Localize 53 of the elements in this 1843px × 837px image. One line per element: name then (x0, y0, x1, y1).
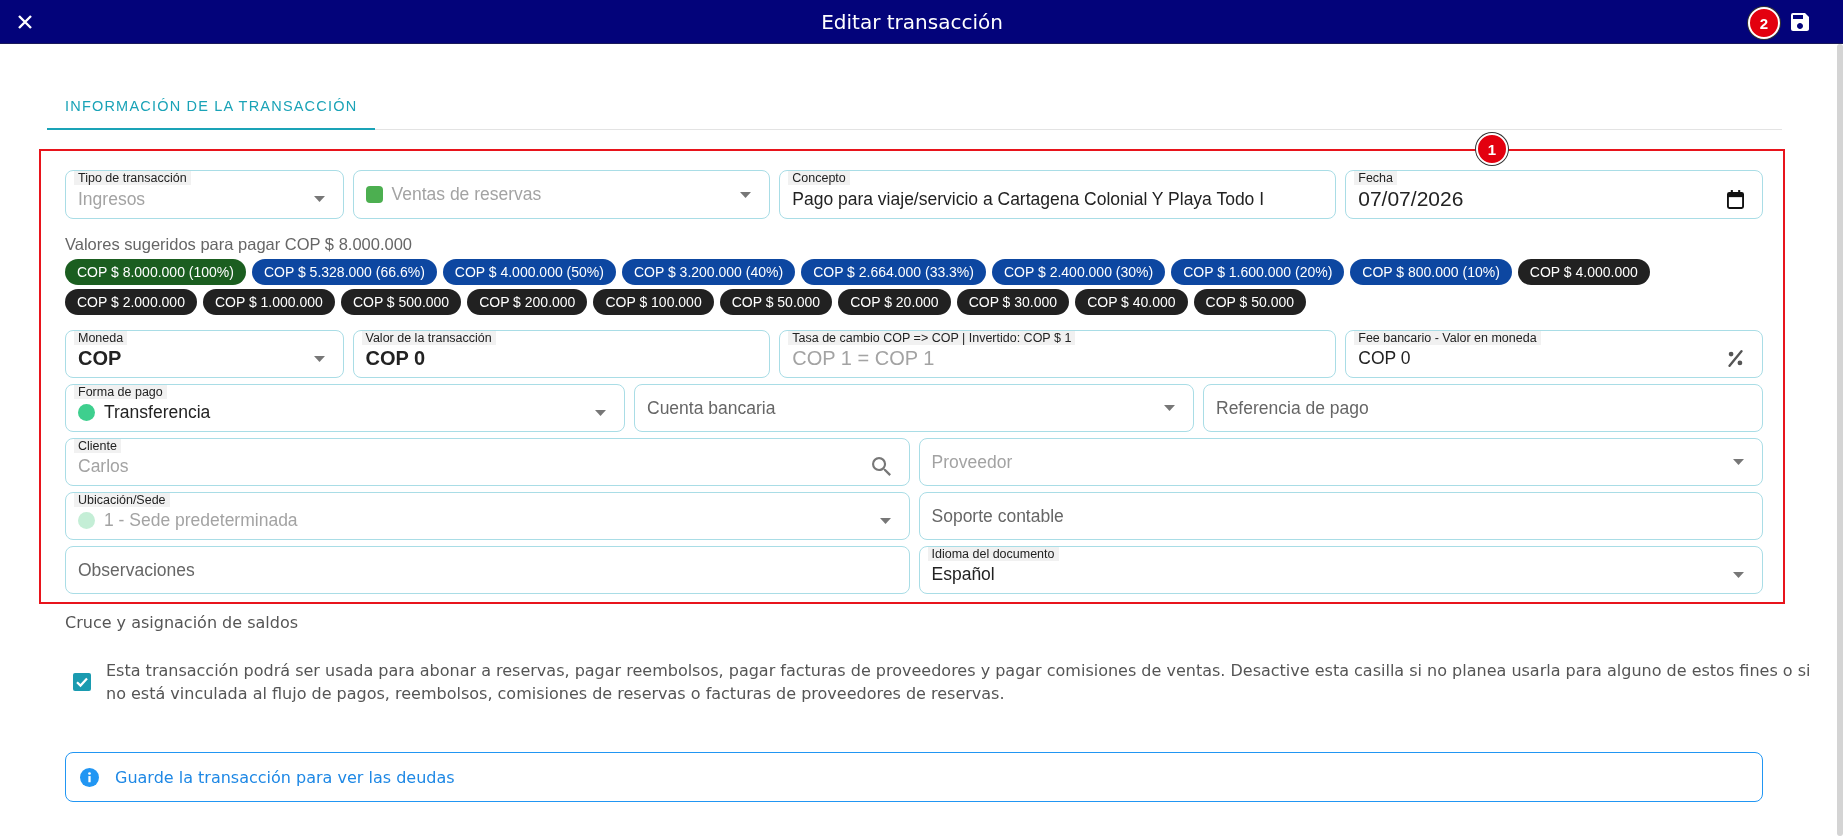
annotation-marker: 2 (1748, 7, 1780, 39)
caret-down-icon (740, 191, 752, 198)
date-field[interactable]: Fecha 07/07/2026 (1345, 170, 1763, 219)
amount-chip[interactable]: COP $ 50.000 (719, 289, 833, 315)
amount-chip[interactable]: COP $ 2.400.000 (30%) (992, 259, 1166, 285)
caret-down-icon (1164, 405, 1175, 411)
annotation-marker: 1 (1476, 133, 1508, 165)
checkbox[interactable] (73, 673, 91, 691)
caret-down-icon (879, 517, 891, 524)
alert-text: Guarde la transacción para ver las deudas (115, 767, 455, 787)
info-icon (80, 767, 99, 787)
amount-chip[interactable]: COP $ 4.000.000 (50%) (442, 259, 616, 285)
input-field[interactable]: Observaciones (65, 546, 910, 594)
input-field[interactable]: Referencia de pago (1203, 384, 1763, 432)
amount-chip[interactable]: COP $ 200.000 (467, 289, 588, 315)
caret-down-icon (313, 196, 325, 202)
amount-chip[interactable]: COP $ 2.000.000 (65, 289, 197, 315)
amount-chip[interactable]: COP $ 20.000 (838, 289, 951, 315)
input-field[interactable]: Soporte contable (918, 492, 1763, 540)
dropdown-field[interactable]: Moneda COP (65, 330, 344, 378)
caret-down-icon (1733, 571, 1744, 578)
input-field[interactable]: Valor de la transacción COP 0 (352, 330, 771, 378)
input-field[interactable]: Fee bancario - Valor en moneda COP 0 (1345, 330, 1763, 378)
amount-chip[interactable]: COP $ 4.000.000 (1517, 259, 1650, 285)
amount-chip[interactable]: COP $ 3.200.000 (40%) (621, 259, 796, 285)
dropdown-field[interactable]: Cuenta bancaria (634, 384, 1194, 432)
amount-chip[interactable]: COP $ 30.000 (956, 289, 1070, 315)
amount-chip[interactable]: COP $ 800.000 (10%) (1350, 259, 1512, 285)
amount-chip[interactable]: COP $ 500.000 (340, 289, 462, 315)
amount-chip[interactable]: COP $ 1.000.000 (202, 289, 335, 315)
close-icon[interactable] (17, 13, 33, 30)
scrollbar[interactable] (1837, 44, 1843, 836)
amount-chip[interactable]: COP $ 100.000 (593, 289, 714, 315)
amount-chip[interactable]: COP $ 1.600.000 (20%) (1171, 259, 1345, 285)
suggestion-text: Valores sugeridos para pagar COP $ 8.000.000 (65, 234, 414, 254)
caret-down-icon (1733, 459, 1744, 465)
dropdown-field[interactable]: Forma de pago Transferencia (65, 384, 625, 432)
search-icon[interactable] (871, 457, 891, 476)
caret-down-icon (313, 355, 325, 362)
window-title: Editar transacción (821, 9, 1003, 34)
amount-chip[interactable]: COP $ 5.328.000 (66.6%) (251, 259, 437, 285)
save-icon[interactable] (1791, 12, 1809, 31)
caret-down-icon (595, 409, 606, 416)
amount-chip[interactable]: COP $ 50.000 (1193, 289, 1307, 315)
percent-icon[interactable] (1727, 350, 1744, 367)
input-field[interactable]: Concepto Pago para viaje/servicio a Cartagena Colonial Y Playa Todo I (779, 170, 1337, 219)
calendar-icon[interactable] (1727, 189, 1744, 209)
description-text: Esta transacción podrá ser usada para abonar a reservas, pagar reembolsos, pagar facturas de proveedores y pagar comisiones de ventas. Desactive esta casilla si no planea usarla para alguno de estos fines o si no está vinculada al flujo de pagos, reembolsos, comisiones de reservas o facturas de proveedores de reservas. (106, 660, 1812, 705)
amount-chip[interactable]: COP $ 2.664.000 (33.3%) (801, 259, 986, 285)
amount-chip[interactable]: COP $ 40.000 (1075, 289, 1188, 315)
dropdown-field[interactable]: Idioma del documento Español (918, 546, 1763, 594)
amount-chip[interactable]: COP $ 8.000.000 (100%) (65, 259, 246, 285)
section-heading: Cruce y asignación de saldos (65, 613, 300, 633)
